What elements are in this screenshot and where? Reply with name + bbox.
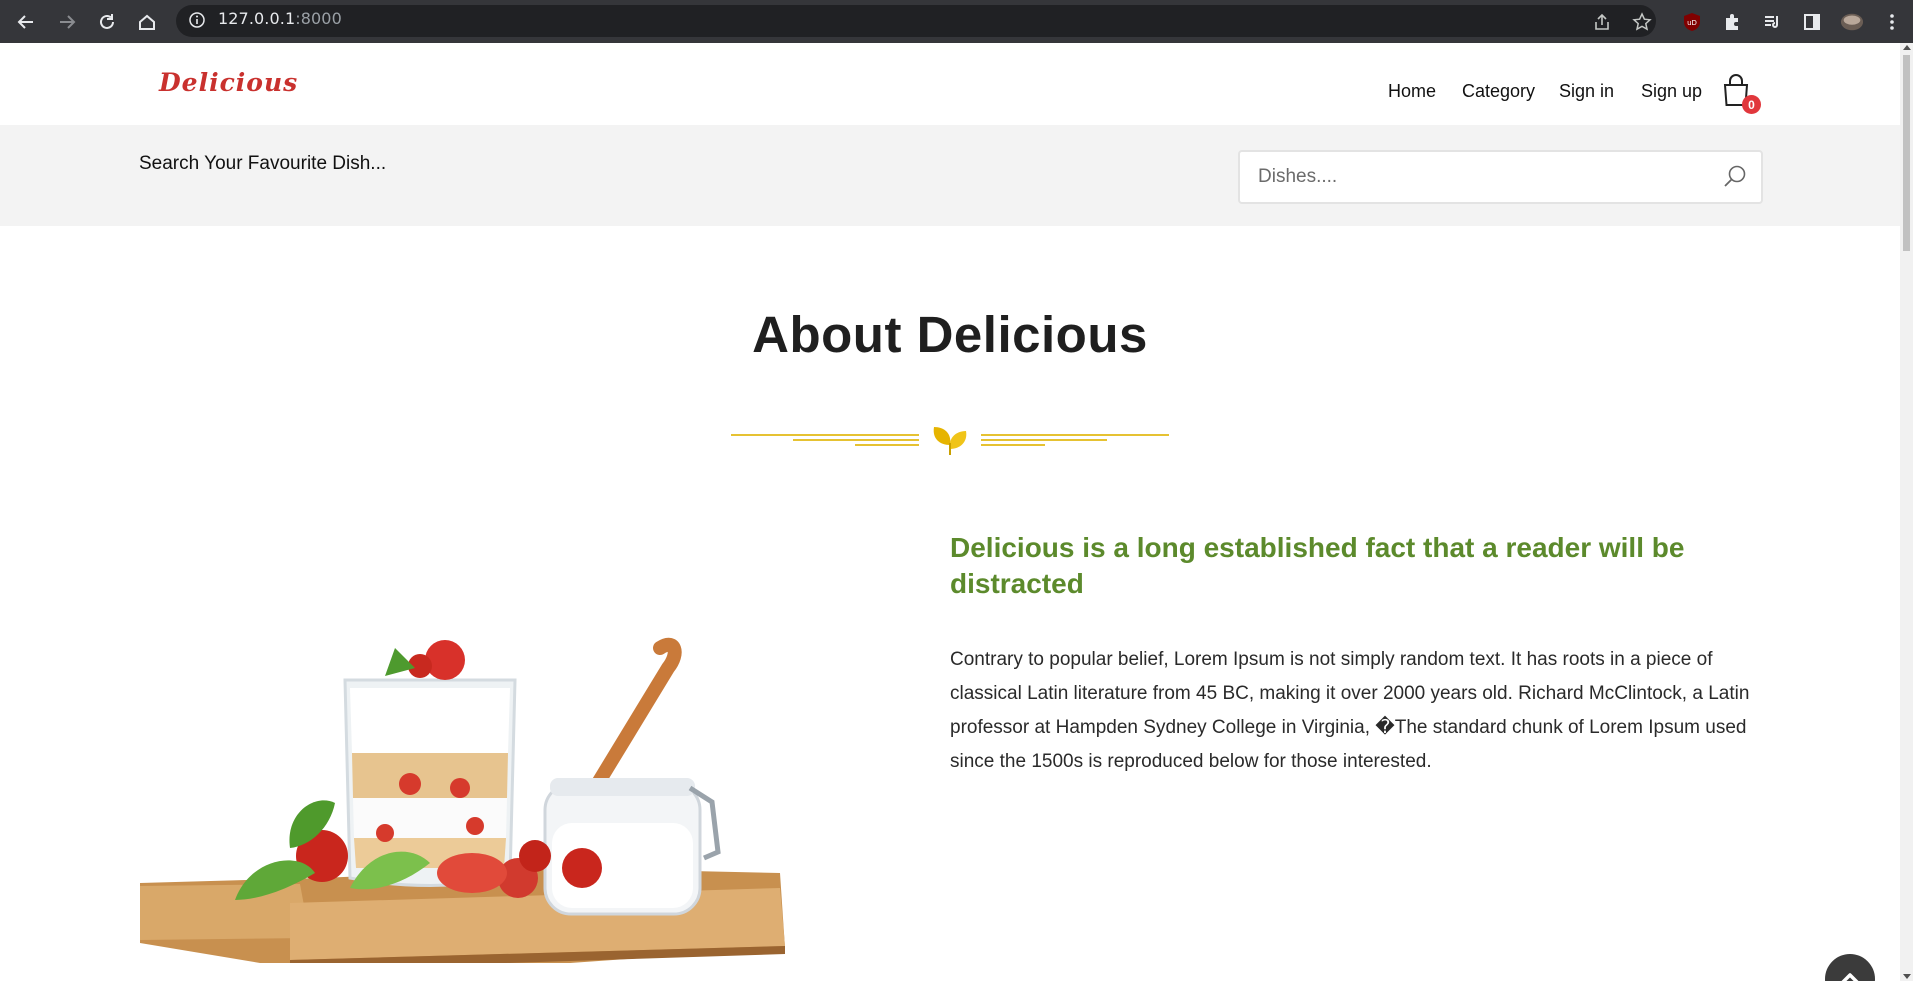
forward-icon[interactable] — [53, 8, 81, 36]
search-label: Search Your Favourite Dish... — [139, 153, 387, 174]
leaf-divider-icon — [731, 427, 1169, 455]
dessert-image — [140, 588, 785, 970]
search-input[interactable] — [1258, 152, 1698, 202]
extensions-puzzle-icon[interactable] — [1720, 10, 1744, 34]
back-to-top-button[interactable] — [1825, 954, 1875, 981]
search-box[interactable] — [1238, 150, 1763, 204]
side-panel-icon[interactable] — [1800, 10, 1824, 34]
nav-home[interactable]: Home — [1388, 81, 1436, 102]
scroll-down-arrow-icon[interactable] — [1903, 974, 1911, 979]
ublock-icon[interactable]: uD — [1680, 10, 1704, 34]
address-bar[interactable] — [176, 5, 1656, 37]
svg-text:uD: uD — [1687, 19, 1697, 27]
title-divider — [731, 421, 1169, 461]
page-scrollbar[interactable] — [1900, 43, 1913, 981]
back-icon[interactable] — [12, 8, 40, 36]
url-host: 127.0.0.1 — [218, 9, 296, 28]
about-title: About Delicious — [752, 306, 1148, 363]
address-url[interactable]: 127.0.0.1:8000 — [218, 9, 342, 28]
site-logo[interactable]: Delicious — [159, 68, 298, 97]
chrome-menu-icon[interactable] — [1880, 10, 1904, 34]
reading-list-icon[interactable] — [1760, 10, 1784, 34]
page-viewport: Delicious Home Category Sign in Sign up … — [0, 43, 1900, 981]
search-icon[interactable] — [1722, 164, 1748, 190]
cart-count-badge: 0 — [1742, 95, 1761, 114]
chevron-up-icon — [1841, 973, 1859, 981]
bookmark-star-icon[interactable] — [1630, 10, 1654, 34]
site-info-icon[interactable] — [188, 11, 206, 29]
reload-icon[interactable] — [93, 8, 121, 36]
share-icon[interactable] — [1590, 10, 1614, 34]
profile-avatar-icon[interactable] — [1840, 10, 1864, 34]
scrollbar-thumb[interactable] — [1903, 55, 1910, 251]
scroll-up-arrow-icon[interactable] — [1903, 45, 1911, 50]
nav-sign-up[interactable]: Sign up — [1641, 81, 1702, 102]
browser-toolbar: 127.0.0.1:8000 uD — [0, 0, 1913, 43]
about-paragraph: Contrary to popular belief, Lorem Ipsum … — [950, 649, 1750, 772]
home-icon[interactable] — [133, 8, 161, 36]
about-subheading: Delicious is a long established fact tha… — [950, 532, 1685, 599]
nav-category[interactable]: Category — [1462, 81, 1535, 102]
url-port: :8000 — [295, 9, 342, 28]
site-header: Delicious Home Category Sign in Sign up … — [0, 43, 1900, 125]
nav-sign-in[interactable]: Sign in — [1559, 81, 1614, 102]
